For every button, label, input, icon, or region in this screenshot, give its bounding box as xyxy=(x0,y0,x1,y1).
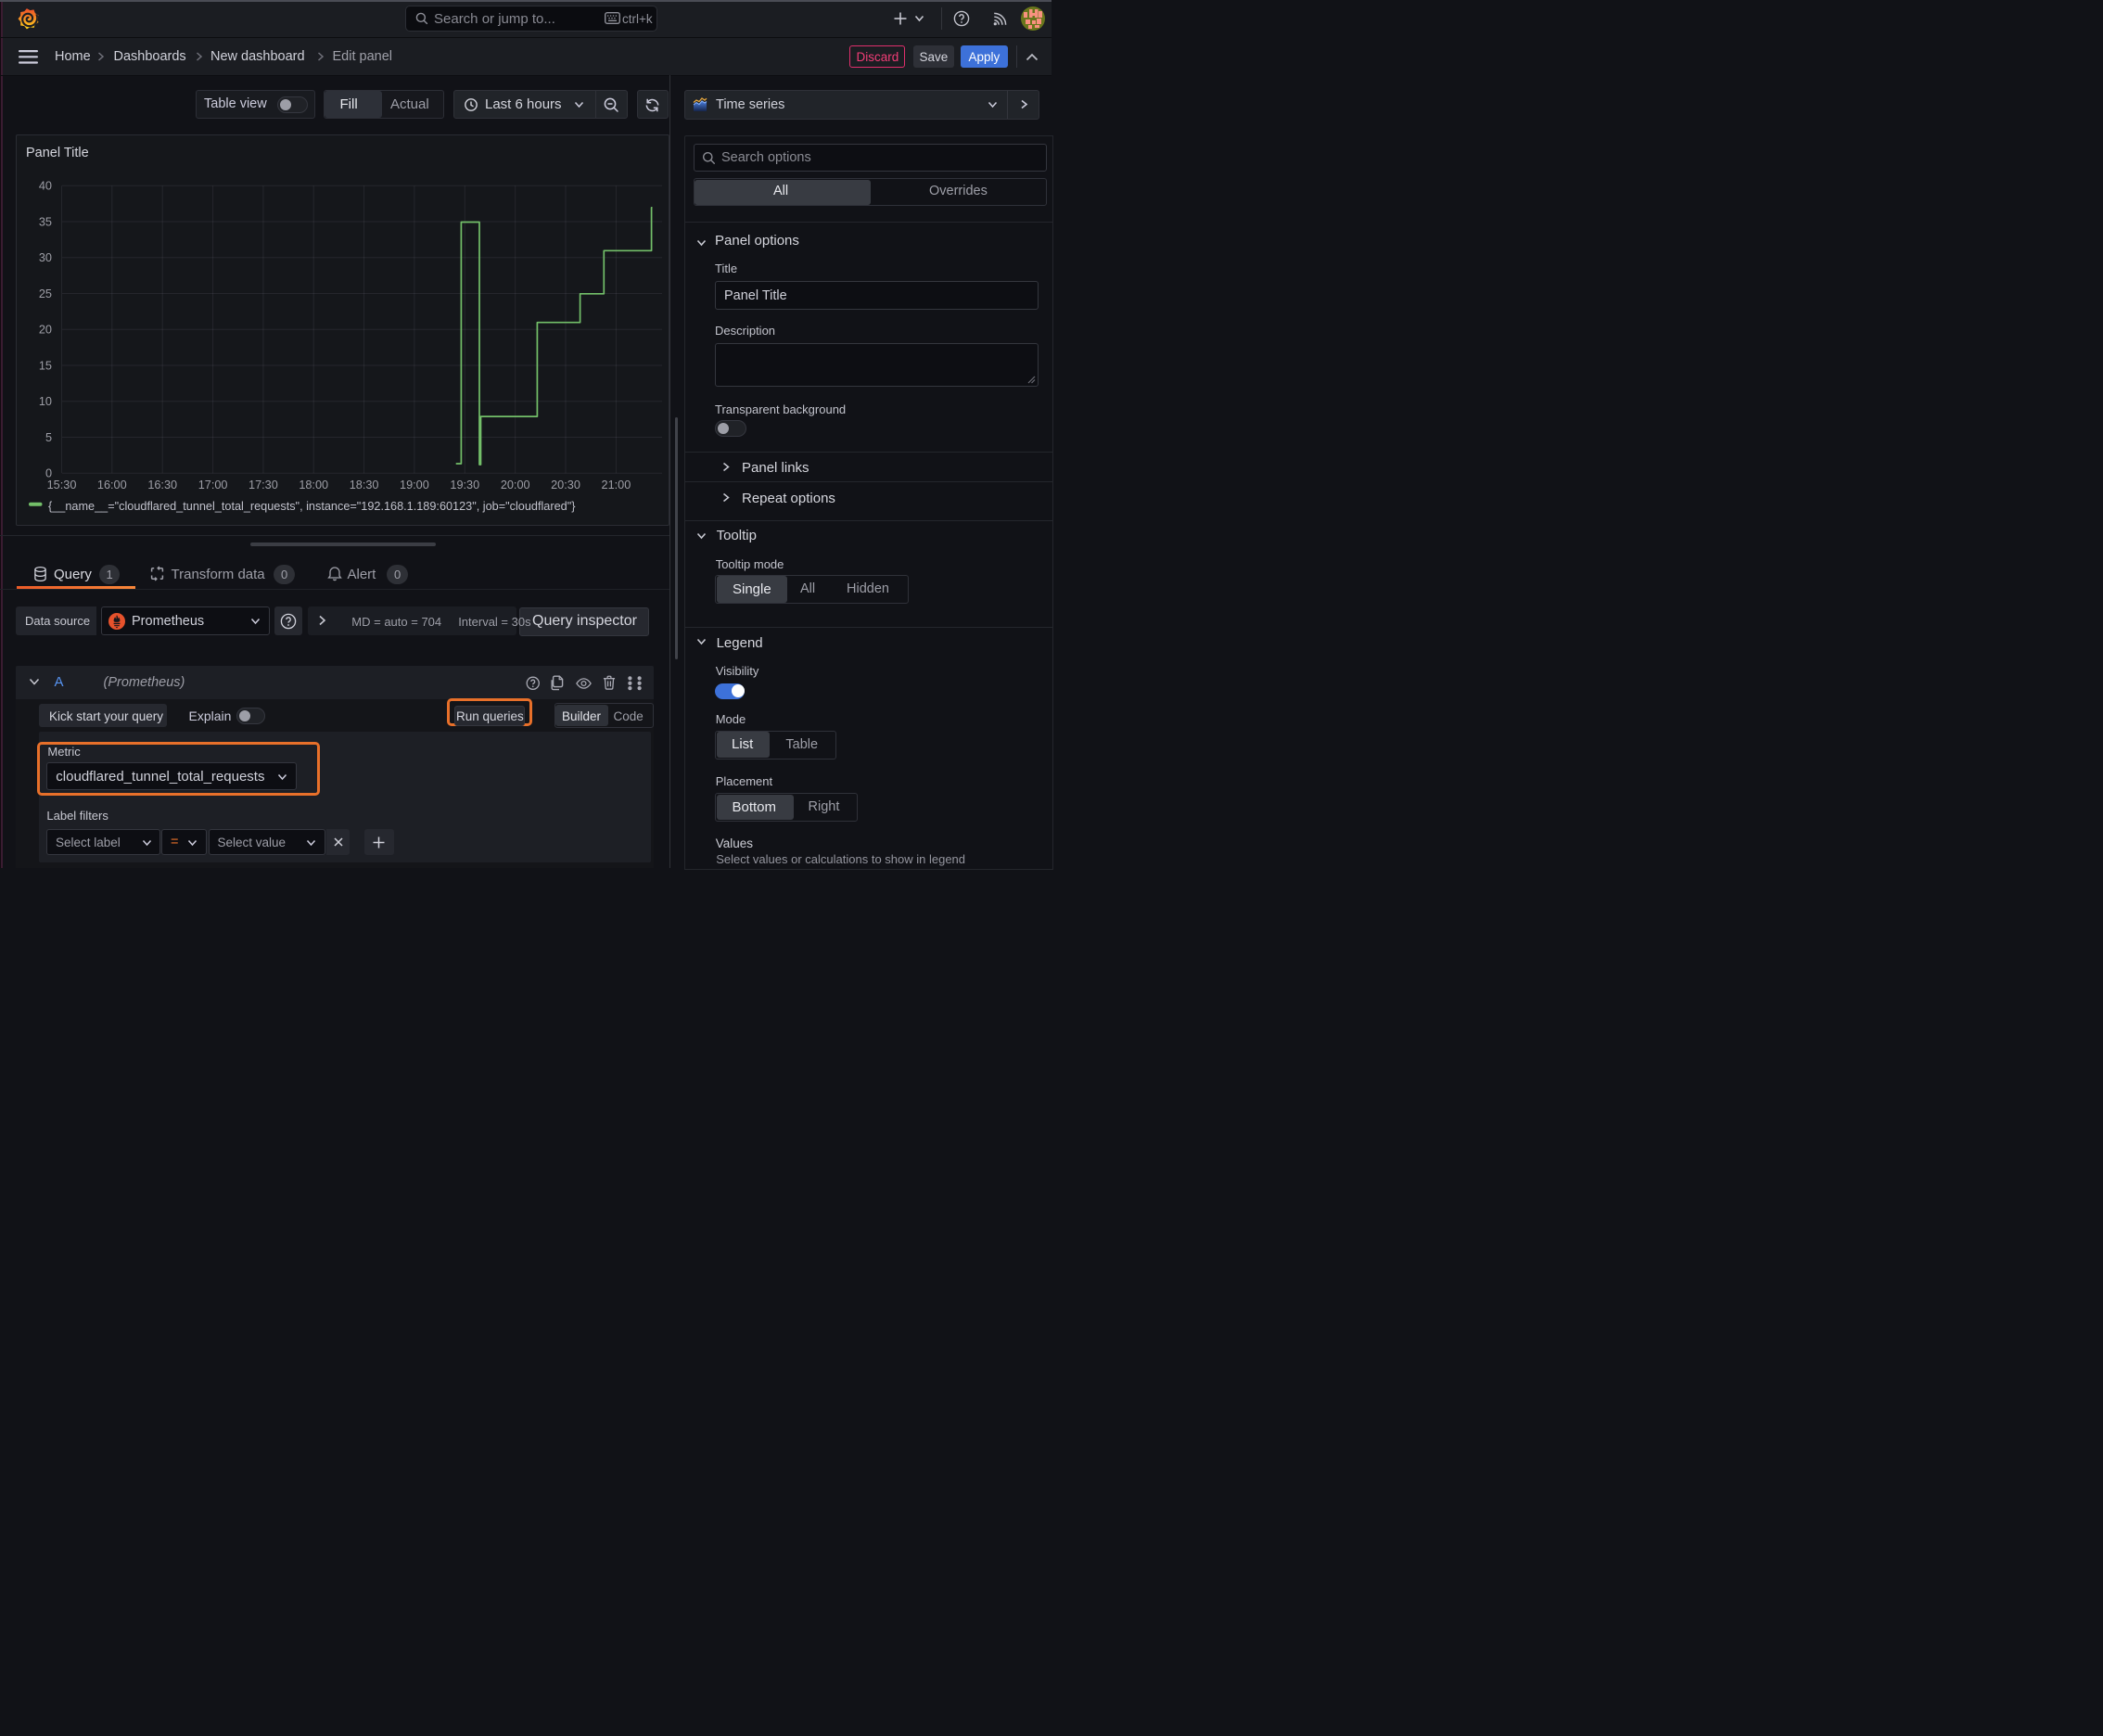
svg-text:18:30: 18:30 xyxy=(350,479,379,491)
svg-text:15:30: 15:30 xyxy=(47,479,77,491)
svg-text:19:30: 19:30 xyxy=(450,479,479,491)
svg-text:17:00: 17:00 xyxy=(198,479,228,491)
svg-text:5: 5 xyxy=(45,431,52,444)
svg-text:17:30: 17:30 xyxy=(249,479,278,491)
svg-text:25: 25 xyxy=(39,287,52,300)
svg-text:40: 40 xyxy=(39,180,52,193)
svg-text:18:00: 18:00 xyxy=(299,479,328,491)
svg-text:16:30: 16:30 xyxy=(147,479,177,491)
svg-text:20:00: 20:00 xyxy=(501,479,530,491)
svg-text:35: 35 xyxy=(39,215,52,228)
svg-text:20:30: 20:30 xyxy=(551,479,580,491)
svg-text:15: 15 xyxy=(39,359,52,372)
svg-text:10: 10 xyxy=(39,395,52,408)
svg-text:16:00: 16:00 xyxy=(97,479,127,491)
svg-text:21:00: 21:00 xyxy=(602,479,631,491)
svg-text:{__name__="cloudflared_tunnel_: {__name__="cloudflared_tunnel_total_requ… xyxy=(48,500,576,513)
svg-text:19:00: 19:00 xyxy=(400,479,429,491)
svg-text:30: 30 xyxy=(39,251,52,264)
svg-text:20: 20 xyxy=(39,324,52,337)
